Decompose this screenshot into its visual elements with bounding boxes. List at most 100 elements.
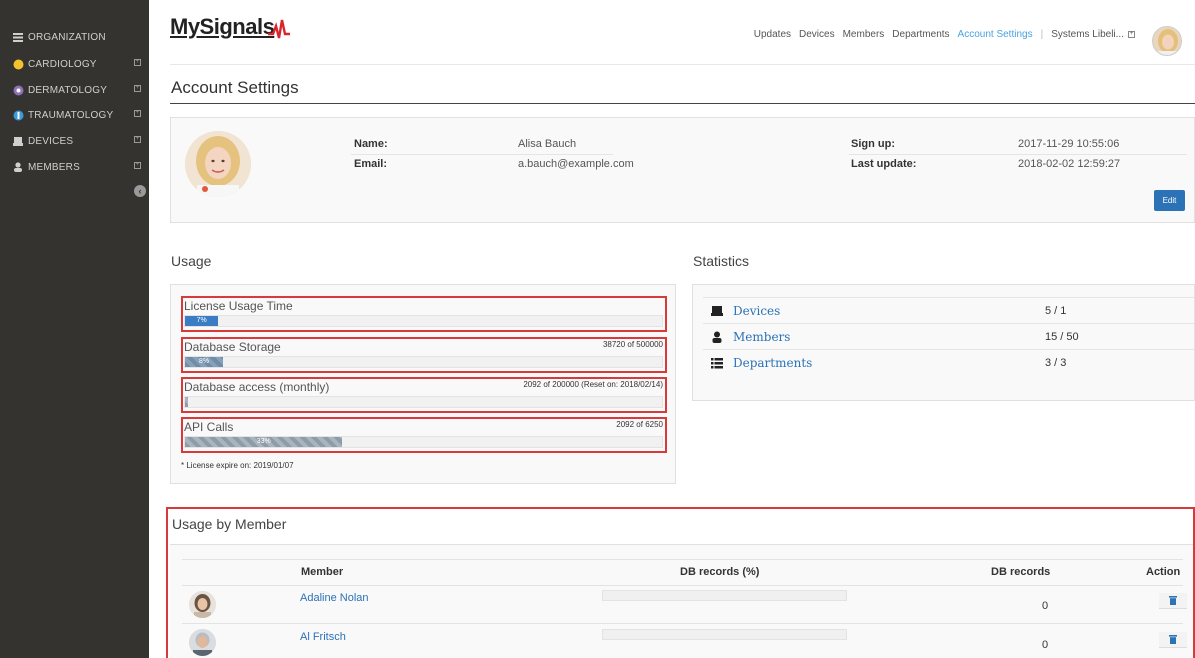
sidebar-item-label: ORGANIZATION [28, 31, 106, 43]
collapse-sidebar-icon[interactable]: ‹ [134, 185, 146, 197]
meter-label: Database access (monthly) [184, 380, 330, 394]
edit-button[interactable]: Edit [1154, 190, 1185, 211]
sidebar-item-dermatology[interactable]: DERMATOLOGY + [0, 79, 149, 101]
sidebar-item-devices[interactable]: DEVICES + [0, 130, 149, 152]
member-link[interactable]: Al Fritsch [300, 631, 346, 643]
nav-devices[interactable]: Devices [799, 29, 835, 40]
profile-panel: Name: Alisa Bauch Email: a.bauch@example… [170, 117, 1195, 223]
progress-fill: 7% [185, 316, 219, 326]
stat-link-departments[interactable]: Departments [733, 356, 812, 370]
device-icon [12, 135, 24, 147]
meter-label: License Usage Time [184, 299, 293, 313]
progress-fill: 33% [185, 437, 343, 447]
sidebar-item-traumatology[interactable]: TRAUMATOLOGY + [0, 104, 149, 126]
stat-row-departments: Departments 3 / 3 [703, 349, 1194, 375]
sidebar-item-members[interactable]: MEMBERS + [0, 156, 149, 178]
delete-button[interactable] [1159, 632, 1187, 648]
sidebar-item-label: CARDIOLOGY [28, 58, 97, 70]
purple-dot-icon [12, 84, 24, 96]
last-update-label: Last update: [851, 158, 917, 170]
meter-label: Database Storage [184, 340, 281, 354]
sidebar-item-label: MEMBERS [28, 161, 80, 173]
member-avatar [189, 629, 216, 656]
meter-license-usage: License Usage Time 7% [181, 296, 667, 332]
expand-icon[interactable]: + [134, 85, 141, 92]
last-update-value: 2018-02-02 12:59:27 [1018, 158, 1121, 170]
header-db-records-percent[interactable]: DB records (%) [680, 566, 759, 578]
user-icon [12, 161, 24, 173]
stat-row-members: Members 15 / 50 [703, 323, 1194, 349]
row-divider [351, 154, 613, 155]
nav-members[interactable]: Members [843, 29, 885, 40]
nav-departments[interactable]: Departments [892, 29, 949, 40]
meter-api-calls: API Calls 2092 of 6250 33% [181, 417, 667, 453]
expand-icon[interactable]: + [134, 136, 141, 143]
db-records-value: 0 [1042, 639, 1049, 651]
name-value: Alisa Bauch [518, 138, 577, 150]
progress-fill: 8% [185, 357, 224, 367]
header-db-records[interactable]: DB records [991, 566, 1050, 578]
device-icon [711, 304, 723, 316]
profile-avatar [185, 131, 251, 197]
nav-separator: | [1040, 29, 1044, 40]
expand-icon[interactable]: + [134, 110, 141, 117]
header-action: Action [1146, 566, 1181, 578]
stat-value: 3 / 3 [1045, 357, 1067, 369]
meter-count: 2092 of 200000 (Reset on: 2018/02/14) [523, 380, 663, 389]
pulse-logo-icon [268, 19, 290, 39]
member-avatar [189, 591, 216, 618]
db-records-bar [602, 629, 847, 640]
member-link[interactable]: Adaline Nolan [300, 592, 369, 604]
sidebar-item-cardiology[interactable]: CARDIOLOGY + [0, 53, 149, 75]
sidebar-item-organization[interactable]: ORGANIZATION [0, 26, 149, 48]
delete-button[interactable] [1159, 593, 1187, 609]
expand-icon[interactable]: + [134, 162, 141, 169]
usage-by-member-title: Usage by Member [172, 516, 287, 532]
db-records-bar [602, 590, 847, 601]
license-expiry-note: * License expire on: 2019/01/07 [181, 461, 294, 470]
usage-panel: License Usage Time 7% Database Storage 3… [170, 284, 676, 484]
signup-value: 2017-11-29 10:55:06 [1018, 138, 1120, 150]
meter-label: API Calls [184, 420, 234, 434]
header-member[interactable]: Member [301, 566, 343, 578]
meter-count: 2092 of 6250 [616, 420, 663, 429]
meter-database-access: Database access (monthly) 2092 of 200000… [181, 377, 667, 413]
name-label: Name: [354, 138, 388, 150]
stat-link-members[interactable]: Members [733, 330, 790, 344]
top-navigation: Updates Devices Members Departments Acco… [754, 29, 1135, 40]
usage-by-member-panel: Usage by Member Member DB records (%) DB… [166, 507, 1195, 658]
progress-track: 33% [184, 436, 663, 448]
usage-title: Usage [171, 253, 212, 269]
app-logo[interactable]: MySignals [170, 14, 290, 40]
statistics-panel: Devices 5 / 1 Members 15 / 50 Department… [692, 284, 1195, 401]
header-divider [170, 64, 1195, 65]
email-value: a.bauch@example.com [518, 158, 634, 170]
table-divider [182, 559, 1183, 560]
stat-value: 15 / 50 [1045, 331, 1079, 343]
statistics-title: Statistics [693, 253, 750, 269]
row-divider [849, 154, 1187, 155]
nav-organization-menu[interactable]: Systems Libeli... + [1051, 29, 1135, 40]
trash-icon [1169, 635, 1177, 644]
title-divider [170, 103, 1195, 104]
list-icon [711, 356, 723, 369]
stat-row-devices: Devices 5 / 1 [703, 297, 1194, 323]
members-table: Member DB records (%) DB records Action … [170, 544, 1193, 658]
meter-database-storage: Database Storage 38720 of 500000 8% [181, 337, 667, 373]
logo-text: MySignals [170, 14, 275, 39]
expand-icon[interactable]: + [134, 59, 141, 66]
list-icon [12, 31, 24, 43]
stat-link-devices[interactable]: Devices [733, 304, 780, 318]
stat-value: 5 / 1 [1045, 305, 1067, 317]
blue-dot-icon [12, 109, 24, 121]
meter-count: 38720 of 500000 [602, 340, 663, 349]
sidebar-item-label: DERMATOLOGY [28, 84, 108, 96]
page-title: Account Settings [171, 78, 299, 97]
table-divider [182, 585, 1183, 586]
nav-account-settings[interactable]: Account Settings [958, 29, 1033, 40]
user-avatar[interactable] [1152, 26, 1182, 56]
sidebar: ORGANIZATION CARDIOLOGY + DERMATOLOGY + … [0, 0, 149, 658]
nav-updates[interactable]: Updates [754, 29, 791, 40]
db-records-value: 0 [1042, 600, 1049, 612]
expand-icon: + [1128, 30, 1135, 38]
